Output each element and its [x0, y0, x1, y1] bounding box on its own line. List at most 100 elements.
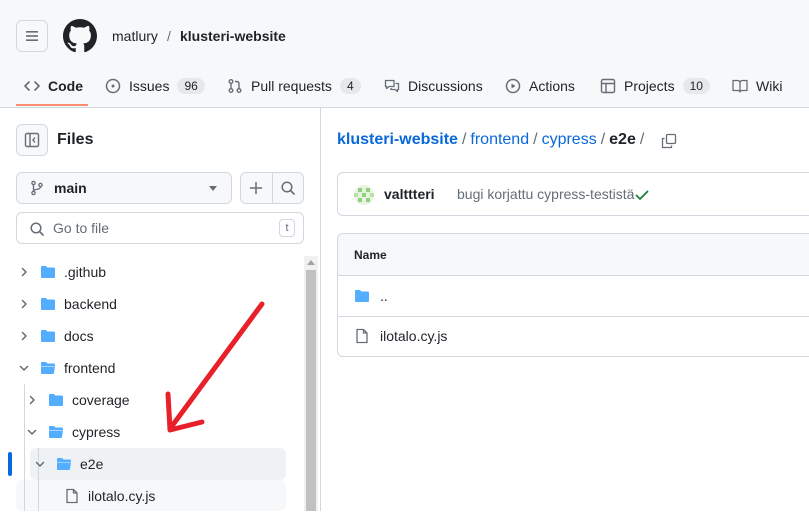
- folder-icon: [355, 290, 369, 302]
- tab-projects[interactable]: Projects 10: [600, 68, 710, 104]
- chevron-down-icon[interactable]: [16, 360, 32, 376]
- breadcrumb-separator: /: [600, 131, 606, 148]
- go-to-file-input[interactable]: Go to file t: [16, 212, 304, 244]
- copy-icon: [661, 133, 677, 149]
- repo-name-link[interactable]: klusteri-website: [180, 28, 286, 44]
- chevron-right-icon[interactable]: [16, 296, 32, 312]
- tab-wiki-label: Wiki: [756, 78, 783, 94]
- tree-item-label: cypress: [72, 424, 121, 440]
- avatar[interactable]: [354, 185, 374, 205]
- search-icon: [281, 181, 295, 195]
- tab-discussions[interactable]: Discussions: [384, 68, 483, 104]
- tree-item-label: coverage: [72, 392, 130, 408]
- annotation-arrow-icon: [165, 301, 265, 433]
- chevron-down-icon[interactable]: [24, 424, 40, 440]
- tab-pull-requests[interactable]: Pull requests 4: [227, 68, 361, 104]
- parent-directory-link[interactable]: ..: [380, 288, 388, 304]
- scroll-up-arrow-icon[interactable]: [307, 260, 315, 265]
- tree-item-label: .github: [64, 264, 107, 280]
- commit-message-link[interactable]: bugi korjattu cypress-testistä: [457, 186, 634, 202]
- folder-icon: [41, 266, 55, 278]
- search-icon: [30, 222, 44, 236]
- pull-requests-count-badge: 4: [339, 78, 361, 94]
- issues-count-badge: 96: [177, 78, 205, 94]
- branch-selector[interactable]: main: [16, 172, 232, 204]
- copy-path-button[interactable]: [658, 130, 680, 152]
- tab-wiki[interactable]: Wiki: [732, 68, 782, 104]
- tree-item-docs[interactable]: docs: [16, 320, 94, 352]
- selected-item-indicator: [8, 452, 12, 476]
- repo-owner-link[interactable]: matlury: [112, 28, 158, 44]
- owner-repo-separator: /: [167, 28, 171, 44]
- tree-item-label: backend: [64, 296, 117, 312]
- file-list-header: Name: [338, 234, 809, 276]
- tree-item-github[interactable]: .github: [16, 256, 106, 288]
- folder-icon: [41, 330, 55, 342]
- tab-issues-label: Issues: [129, 78, 170, 94]
- tab-code-label: Code: [48, 78, 83, 94]
- chevron-down-icon[interactable]: [32, 456, 48, 472]
- tab-actions-label: Actions: [529, 78, 575, 94]
- chevron-right-icon[interactable]: [16, 328, 32, 344]
- folder-icon: [41, 298, 55, 310]
- table-row[interactable]: ..: [338, 276, 809, 317]
- active-tab-underline: [16, 104, 88, 106]
- tree-actions-group: [240, 172, 304, 204]
- tree-item-backend[interactable]: backend: [16, 288, 117, 320]
- folder-icon: [49, 394, 63, 406]
- latest-commit-bar: valttteri bugi korjattu cypress-testistä: [337, 172, 809, 216]
- tab-discussions-label: Discussions: [408, 78, 483, 94]
- scrollbar-thumb[interactable]: [306, 270, 316, 511]
- search-files-button[interactable]: [273, 173, 304, 203]
- chevron-right-icon[interactable]: [24, 392, 40, 408]
- breadcrumb-cypress-link[interactable]: cypress: [542, 131, 597, 148]
- file-list-table: Name .. ilotalo.cy.js: [337, 233, 809, 357]
- tab-issues[interactable]: Issues 96: [105, 68, 205, 104]
- collapse-file-tree-button[interactable]: [16, 124, 48, 156]
- tab-code[interactable]: Code: [24, 68, 83, 104]
- breadcrumb-separator: /: [533, 131, 538, 148]
- comment-discussion-icon: [384, 79, 400, 93]
- issue-opened-icon: [105, 78, 121, 94]
- tree-item-e2e[interactable]: e2e: [32, 448, 103, 480]
- tab-actions[interactable]: Actions: [505, 68, 575, 104]
- folder-open-icon: [41, 362, 55, 374]
- folder-open-icon: [49, 426, 63, 438]
- repo-nav-tabs: Code Issues 96 Pull requests 4 Discussio…: [0, 68, 809, 107]
- tree-item-frontend[interactable]: frontend: [16, 352, 115, 384]
- play-icon: [505, 78, 521, 94]
- table-row[interactable]: ilotalo.cy.js: [338, 316, 809, 356]
- keyboard-shortcut-badge: t: [279, 219, 295, 237]
- breadcrumb-frontend-link[interactable]: frontend: [470, 131, 529, 148]
- git-pull-request-icon: [228, 79, 242, 93]
- plus-icon: [250, 181, 263, 195]
- tree-item-cypress[interactable]: cypress: [24, 416, 120, 448]
- commit-author-link[interactable]: valttteri: [384, 186, 435, 202]
- projects-count-badge: 10: [682, 78, 710, 94]
- breadcrumb-repo-link[interactable]: klusteri-website: [337, 131, 458, 148]
- tree-item-label: frontend: [64, 360, 116, 376]
- code-icon: [24, 81, 40, 91]
- breadcrumb-current: e2e: [609, 131, 636, 148]
- breadcrumb: klusteri-website / frontend / cypress / e2e /: [337, 131, 648, 149]
- files-title: Files: [57, 131, 94, 148]
- add-file-button[interactable]: [241, 173, 273, 203]
- menu-button[interactable]: [16, 20, 48, 52]
- tree-item-label: ilotalo.cy.js: [88, 488, 156, 504]
- file-icon: [66, 488, 78, 504]
- github-logo-icon[interactable]: [63, 19, 97, 53]
- tree-item-ilotalo[interactable]: ilotalo.cy.js: [64, 480, 155, 512]
- column-header-name: Name: [354, 248, 387, 262]
- breadcrumb-separator: /: [461, 131, 467, 148]
- branch-name: main: [54, 180, 87, 196]
- tree-item-label: e2e: [80, 456, 104, 472]
- chevron-right-icon[interactable]: [16, 264, 32, 280]
- breadcrumb-separator: /: [639, 131, 645, 148]
- folder-open-icon: [57, 458, 71, 470]
- go-to-file-placeholder: Go to file: [53, 220, 110, 236]
- file-link[interactable]: ilotalo.cy.js: [380, 328, 447, 344]
- tab-projects-label: Projects: [624, 78, 675, 94]
- check-icon[interactable]: [634, 187, 650, 203]
- tab-pull-requests-label: Pull requests: [251, 78, 332, 94]
- tree-item-coverage[interactable]: coverage: [24, 384, 130, 416]
